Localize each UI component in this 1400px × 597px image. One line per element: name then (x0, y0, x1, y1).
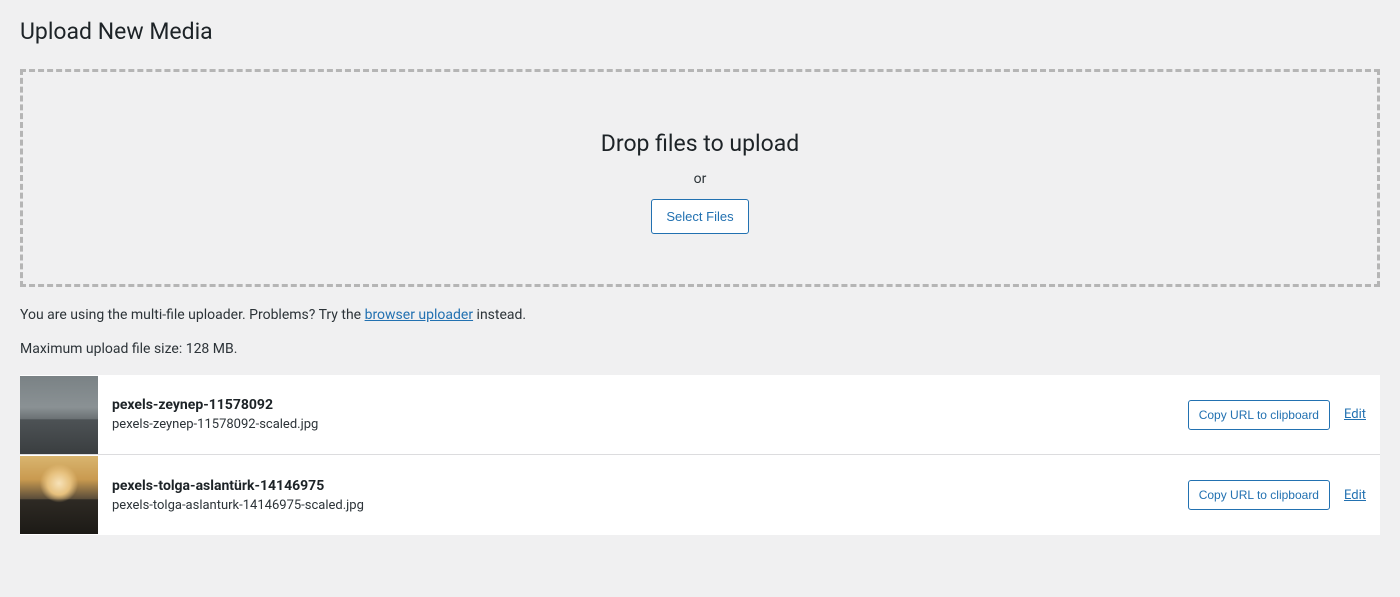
uploaded-media-list: pexels-zeynep-11578092 pexels-zeynep-115… (20, 375, 1380, 535)
copy-url-button[interactable]: Copy URL to clipboard (1188, 400, 1330, 430)
browser-uploader-link[interactable]: browser uploader (365, 307, 474, 323)
max-upload-size-text: Maximum upload file size: 128 MB. (20, 341, 1380, 357)
upload-dropzone[interactable]: Drop files to upload or Select Files (20, 69, 1380, 287)
media-item: pexels-tolga-aslantürk-14146975 pexels-t… (20, 455, 1380, 535)
info-suffix: instead. (473, 307, 526, 323)
media-thumbnail (20, 456, 98, 534)
edit-link[interactable]: Edit (1344, 407, 1366, 422)
uploader-info-text: You are using the multi-file uploader. P… (20, 307, 1380, 323)
media-title: pexels-tolga-aslantürk-14146975 (112, 478, 1174, 494)
page-title: Upload New Media (20, 18, 1380, 45)
info-prefix: You are using the multi-file uploader. P… (20, 307, 365, 323)
drop-or-text: or (23, 171, 1377, 187)
media-item: pexels-zeynep-11578092 pexels-zeynep-115… (20, 375, 1380, 455)
media-filename: pexels-zeynep-11578092-scaled.jpg (112, 417, 1174, 432)
media-title: pexels-zeynep-11578092 (112, 397, 1174, 413)
media-actions: Copy URL to clipboard Edit (1188, 400, 1380, 430)
select-files-button[interactable]: Select Files (651, 199, 748, 234)
media-actions: Copy URL to clipboard Edit (1188, 480, 1380, 510)
media-info: pexels-zeynep-11578092 pexels-zeynep-115… (98, 397, 1188, 432)
copy-url-button[interactable]: Copy URL to clipboard (1188, 480, 1330, 510)
drop-heading: Drop files to upload (23, 130, 1377, 157)
media-info: pexels-tolga-aslantürk-14146975 pexels-t… (98, 478, 1188, 513)
edit-link[interactable]: Edit (1344, 488, 1366, 503)
media-thumbnail (20, 376, 98, 454)
media-filename: pexels-tolga-aslanturk-14146975-scaled.j… (112, 498, 1174, 513)
